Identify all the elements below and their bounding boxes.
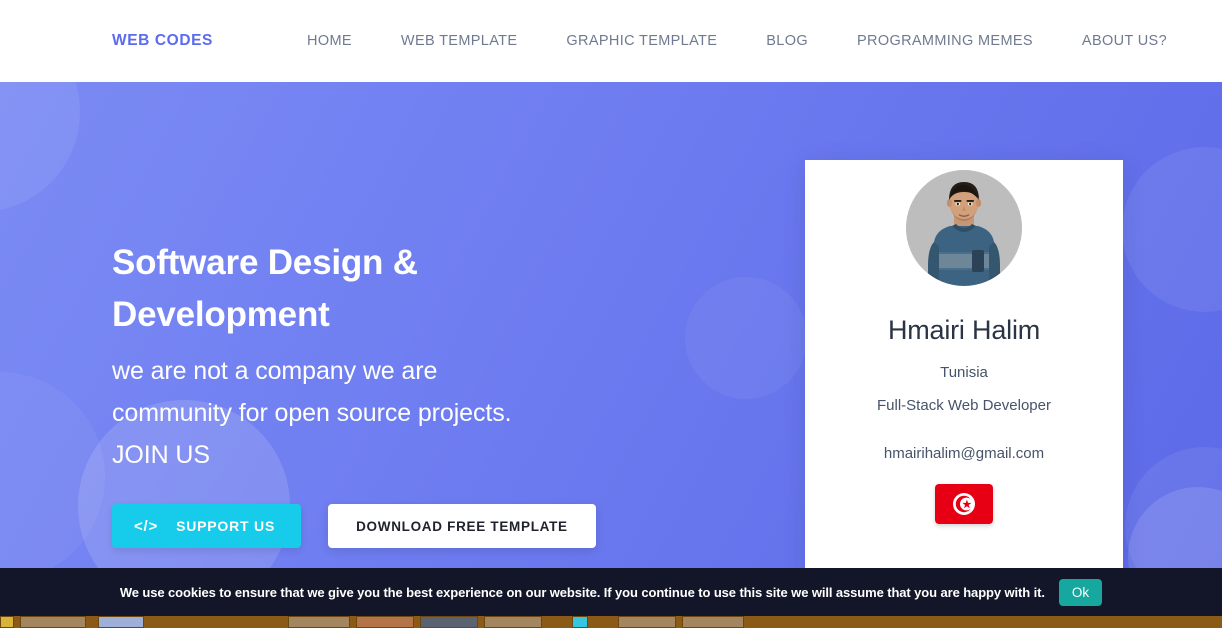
profile-card-body: Hmairi Halim Tunisia Full-Stack Web Deve…	[805, 315, 1123, 524]
taskbar-item[interactable]	[288, 616, 350, 628]
decorative-circle-4	[685, 277, 807, 399]
cookie-consent-banner: We use cookies to ensure that we give yo…	[0, 568, 1222, 616]
taskbar-item[interactable]	[98, 616, 144, 628]
profile-country: Tunisia	[940, 364, 988, 381]
hero-heading: Software Design & Development	[112, 237, 672, 341]
hero-sub-line-1: we are not a company we are	[112, 357, 438, 385]
hero-heading-line-1: Software Design &	[112, 243, 418, 282]
nav-item-graphic-template[interactable]: GRAPHIC TEMPLATE	[566, 33, 741, 49]
taskbar-spacer	[548, 616, 572, 628]
taskbar-spacer	[150, 616, 288, 628]
taskbar-item[interactable]	[572, 616, 588, 628]
profile-flag-wrapper	[805, 484, 1123, 524]
decorative-circle-1	[0, 82, 80, 212]
profile-email[interactable]: hmairihalim@gmail.com	[805, 445, 1123, 462]
page-root: WEB CODES HOME WEB TEMPLATE GRAPHIC TEMP…	[0, 0, 1222, 628]
support-us-button[interactable]: </> SUPPORT US	[112, 504, 302, 548]
hero-subheading: we are not a company we are community fo…	[112, 350, 672, 476]
decorative-circle-5	[1122, 147, 1222, 312]
taskbar-item[interactable]	[20, 616, 86, 628]
os-taskbar	[0, 616, 1222, 628]
cookie-message: We use cookies to ensure that we give yo…	[119, 584, 1045, 600]
taskbar-item[interactable]	[682, 616, 744, 628]
code-icon: </>	[134, 517, 159, 535]
site-logo[interactable]: WEB CODES	[112, 32, 213, 50]
main-navigation: HOME WEB TEMPLATE GRAPHIC TEMPLATE BLOG …	[307, 33, 1167, 49]
tunisia-flag-icon[interactable]	[935, 484, 993, 524]
profile-avatar	[906, 170, 1022, 286]
profile-role: Full-Stack Web Developer	[877, 397, 1051, 414]
taskbar-item[interactable]	[356, 616, 414, 628]
taskbar-item[interactable]	[484, 616, 542, 628]
support-us-label: SUPPORT US	[176, 518, 276, 534]
cookie-accept-button[interactable]: Ok	[1058, 578, 1103, 606]
decorative-circle-2	[0, 372, 105, 568]
hero-sub-line-3: JOIN US	[112, 441, 210, 469]
download-free-template-button[interactable]: DOWNLOAD FREE TEMPLATE	[328, 504, 596, 548]
nav-item-web-template[interactable]: WEB TEMPLATE	[401, 33, 541, 49]
taskbar-item[interactable]	[0, 616, 14, 628]
nav-item-about-us[interactable]: ABOUT US?	[1082, 33, 1167, 49]
taskbar-item[interactable]	[618, 616, 676, 628]
nav-item-home[interactable]: HOME	[307, 33, 376, 49]
taskbar-spacer	[594, 616, 618, 628]
hero-heading-line-2: Development	[112, 295, 330, 334]
hero-sub-line-2: community for open source projects.	[112, 399, 512, 427]
nav-item-programming-memes[interactable]: PROGRAMMING MEMES	[857, 33, 1057, 49]
decorative-circle-7	[1128, 487, 1222, 568]
taskbar-item[interactable]	[420, 616, 478, 628]
hero-cta-group: </> SUPPORT US DOWNLOAD FREE TEMPLATE	[112, 504, 672, 548]
hero-content: Software Design & Development we are not…	[112, 237, 672, 548]
profile-name: Hmairi Halim	[887, 315, 1041, 345]
navbar: WEB CODES HOME WEB TEMPLATE GRAPHIC TEMP…	[0, 0, 1222, 82]
decorative-circle-6	[1125, 447, 1222, 568]
nav-item-blog[interactable]: BLOG	[766, 33, 832, 49]
